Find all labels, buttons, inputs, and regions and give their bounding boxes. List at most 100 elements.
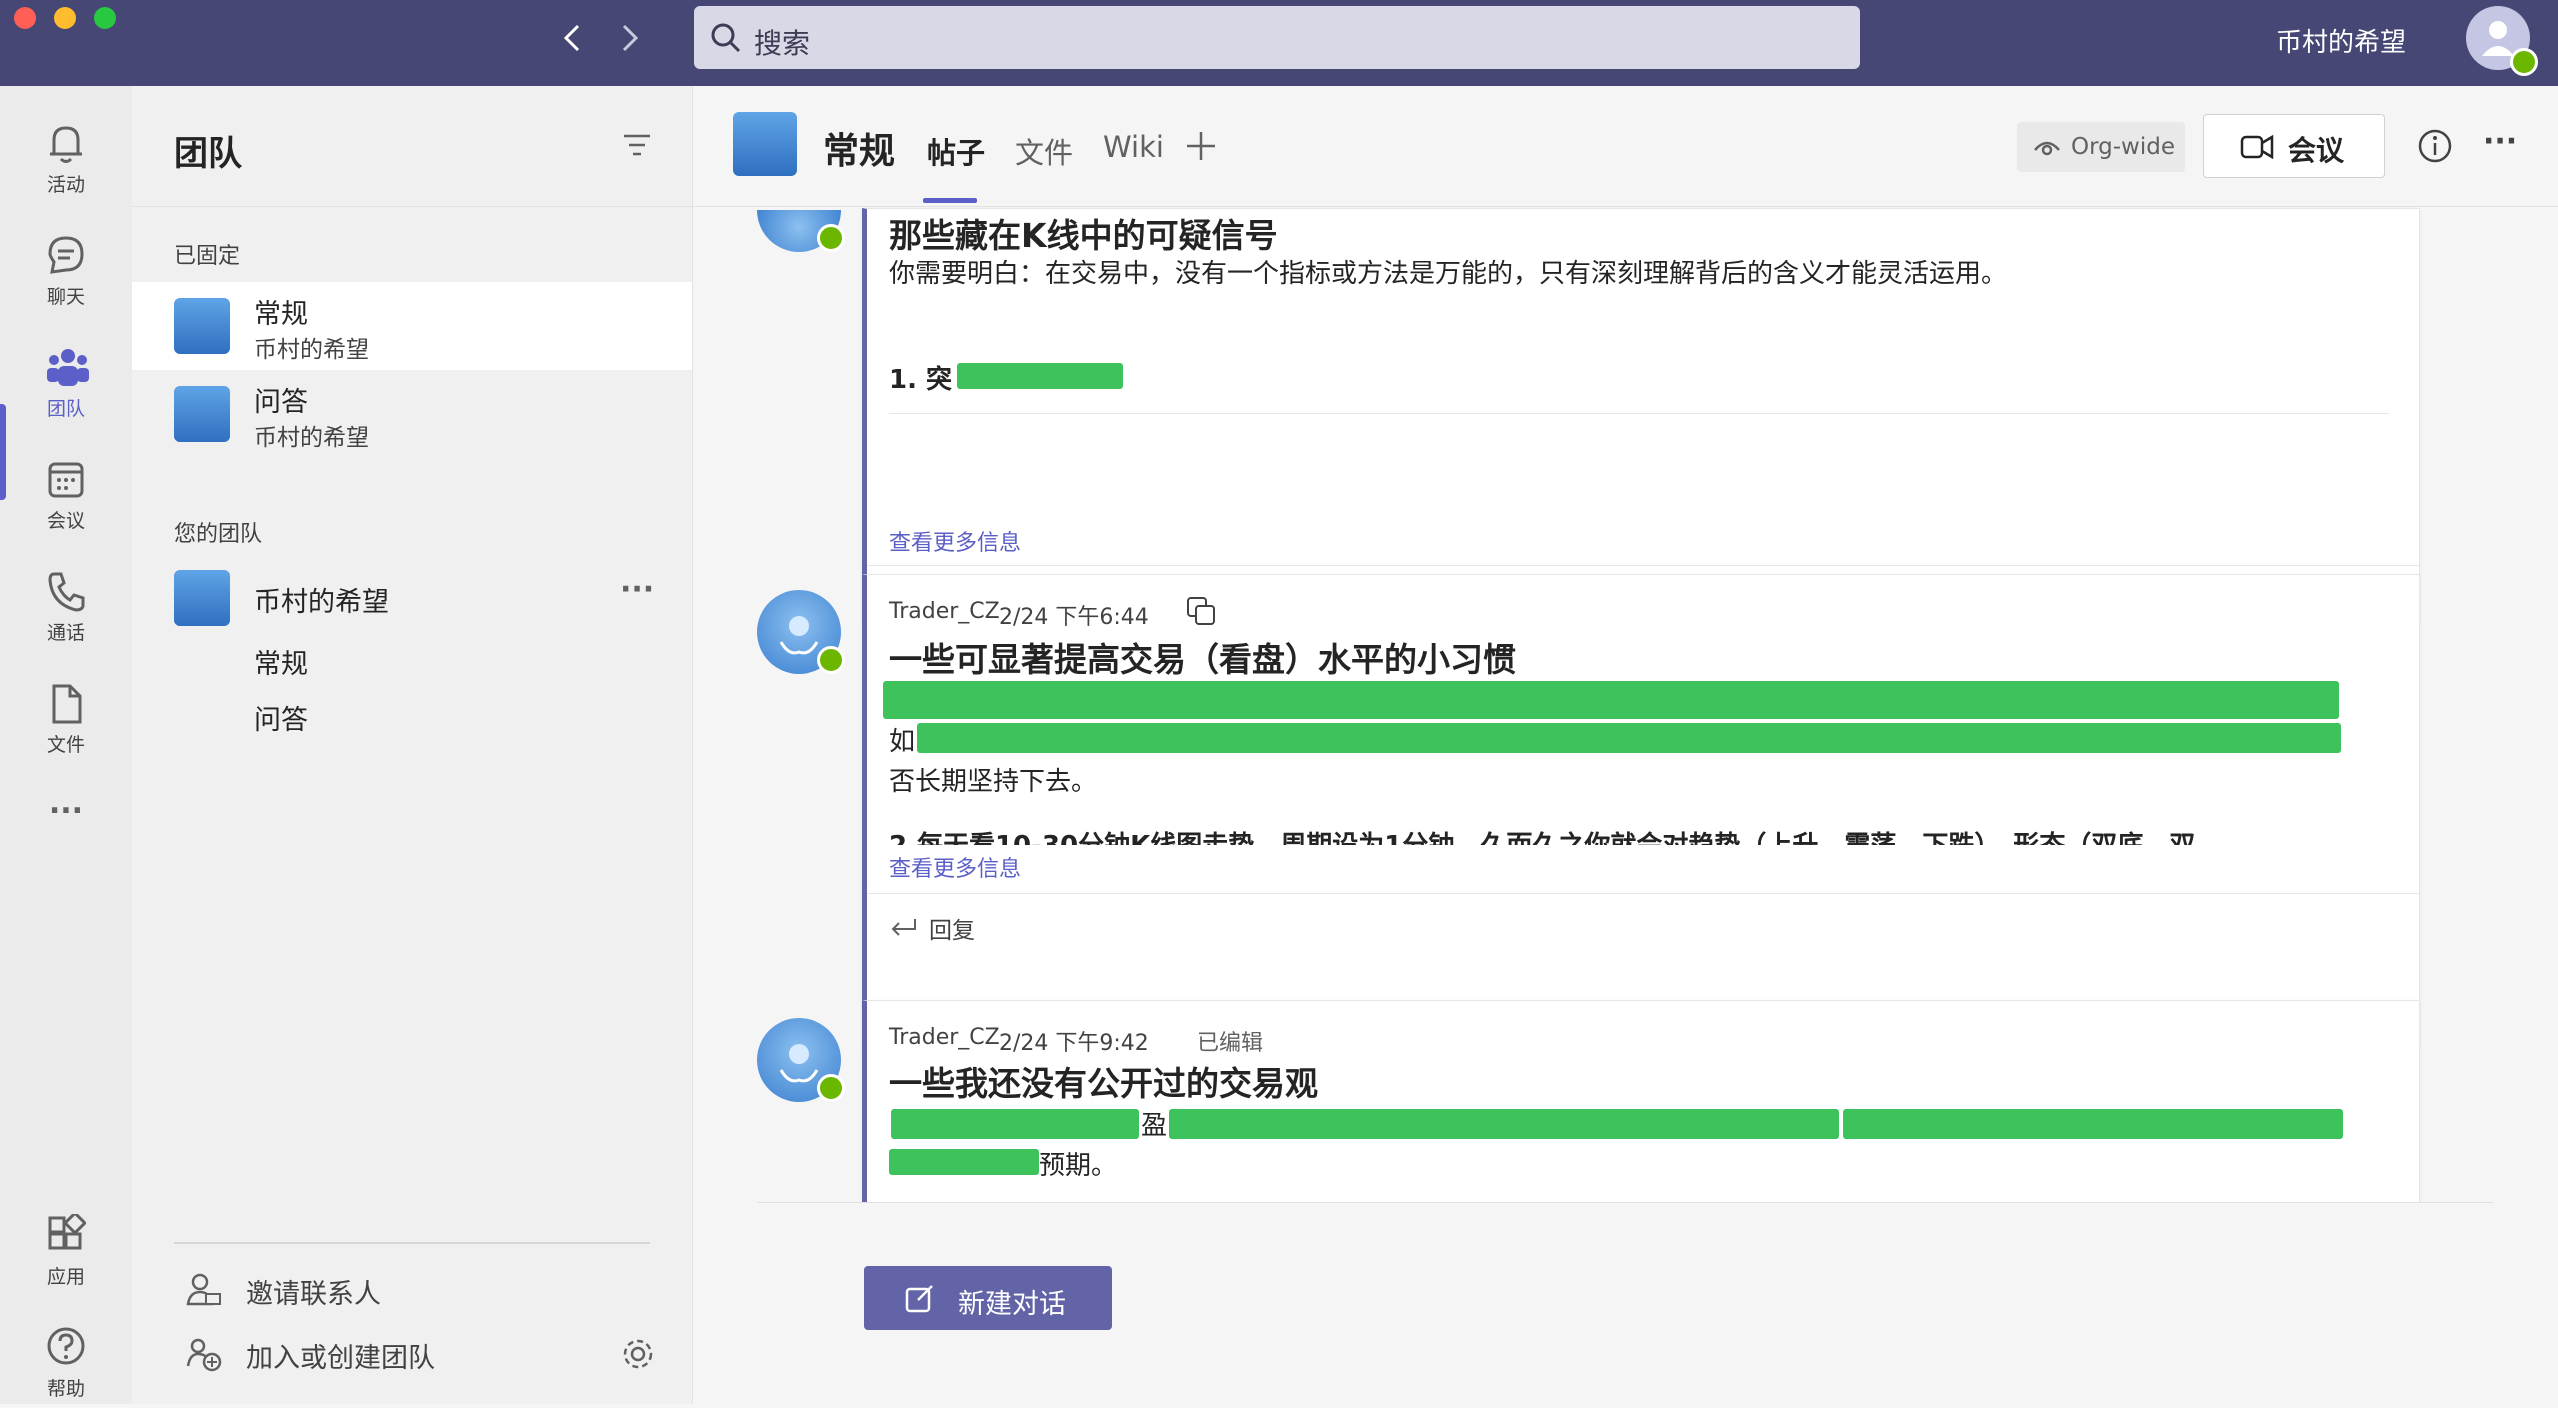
rail-label-apps: 应用 xyxy=(46,1266,85,1288)
rail-label-calendar: 会议 xyxy=(46,510,85,532)
meet-button-label: 会议 xyxy=(2288,134,2345,167)
search-placeholder: 搜索 xyxy=(754,27,811,60)
post-list-item: 1. 突 xyxy=(889,365,953,395)
invite-contacts-label: 邀请联系人 xyxy=(246,1279,381,1310)
rail-apps[interactable]: 应用 xyxy=(0,1196,132,1296)
pinned-channel-team: 币村的希望 xyxy=(254,337,369,363)
reply-label: 回复 xyxy=(929,918,975,944)
org-wide-badge[interactable]: Org-wide xyxy=(2017,122,2185,172)
panel-bottom-divider xyxy=(174,1242,650,1244)
search-icon xyxy=(711,23,741,53)
new-conversation-button[interactable]: 新建对话 xyxy=(864,1266,1112,1330)
panel-title: 团队 xyxy=(174,134,242,174)
post-line: 否长期坚持下去。 xyxy=(889,767,1098,797)
see-more-link[interactable]: 查看更多信息 xyxy=(889,525,1021,557)
your-teams-header: 您的团队 xyxy=(174,522,263,547)
channel-general[interactable]: 常规 xyxy=(254,642,308,681)
pinned-channel-general[interactable]: 常规 币村的希望 xyxy=(132,282,692,370)
tab-wiki[interactable]: Wiki xyxy=(1103,130,1164,164)
post-truncated-line: 2.每天看10-30分钟K线图走势，周期设为1分钟，久而久之你就会对趋势（上升、… xyxy=(889,831,2389,845)
more-apps-button[interactable]: ... xyxy=(0,786,132,821)
post-title: 那些藏在K线中的可疑信号 xyxy=(889,216,1278,255)
user-avatar[interactable] xyxy=(2466,6,2538,76)
gear-icon[interactable] xyxy=(620,1336,656,1372)
rail-label-activity: 活动 xyxy=(46,174,85,196)
channel-header: 常规 帖子 文件 Wiki Org-wide 会议 ··· xyxy=(693,86,2558,207)
search-bar[interactable]: 搜索 xyxy=(694,6,1860,69)
rail-label-files: 文件 xyxy=(46,734,85,756)
rail-activity[interactable]: 活动 xyxy=(0,104,132,204)
add-person-icon xyxy=(186,1273,221,1306)
copy-icon[interactable] xyxy=(1185,595,1217,627)
rail-files[interactable]: 文件 xyxy=(0,664,132,764)
highlight-block xyxy=(1843,1109,2343,1139)
tab-files[interactable]: 文件 xyxy=(1015,130,1073,172)
post-line: 预期。 xyxy=(1039,1151,1118,1181)
join-create-team-button[interactable]: 加入或创建团队 xyxy=(186,1328,586,1378)
pinned-channel-qa[interactable]: 问答 币村的希望 xyxy=(132,370,692,458)
channel-team-logo-icon xyxy=(733,112,797,176)
phone-icon xyxy=(48,572,85,612)
close-window-button[interactable] xyxy=(14,7,36,29)
title-bar: 搜索 币村的希望 xyxy=(0,0,2558,86)
rail-label-teams: 团队 xyxy=(46,398,85,420)
forward-arrow-icon[interactable] xyxy=(618,22,642,54)
channel-qa[interactable]: 问答 xyxy=(254,698,308,737)
back-arrow-icon[interactable] xyxy=(560,22,584,54)
highlight-block xyxy=(889,1149,1039,1175)
active-tab-underline xyxy=(923,198,977,203)
bitcoin-hands-icon xyxy=(779,616,819,655)
pinned-channel-team: 币村的希望 xyxy=(254,425,369,451)
add-tab-icon[interactable] xyxy=(1185,130,1217,162)
invite-contacts-button[interactable]: 邀请联系人 xyxy=(186,1264,646,1314)
post-body: 你需要明白：在交易中，没有一个指标或方法是万能的，只有深刻理解背后的含义才能灵活… xyxy=(889,259,2008,289)
video-camera-icon xyxy=(2240,134,2274,160)
rail-help[interactable]: 帮助 xyxy=(0,1308,132,1408)
current-user-name: 币村的希望 xyxy=(2275,28,2406,58)
eye-icon xyxy=(2034,141,2060,156)
rail-calls[interactable]: 通话 xyxy=(0,552,132,652)
meet-button[interactable]: 会议 xyxy=(2203,114,2385,178)
post-edited-flag: 已编辑 xyxy=(1197,1031,1264,1056)
team-row-main[interactable]: 币村的希望 ··· xyxy=(132,554,692,642)
post-line: 盈 xyxy=(1141,1111,1168,1141)
rail-label-calls: 通话 xyxy=(46,622,85,644)
zoom-window-button[interactable] xyxy=(94,7,116,29)
post-timestamp: 2/24 下午6:44 xyxy=(999,605,1149,630)
team-logo-icon xyxy=(174,298,230,354)
chat-icon xyxy=(48,236,84,274)
presence-available-icon xyxy=(817,646,845,674)
highlight-block xyxy=(917,723,2341,753)
team-more-options-icon[interactable]: ··· xyxy=(620,572,654,607)
reply-divider xyxy=(867,893,2419,894)
compose-icon xyxy=(905,1285,933,1313)
post-author[interactable]: Trader_CZ xyxy=(889,1025,1000,1050)
rail-teams[interactable]: 团队 xyxy=(0,328,132,428)
app-rail: 活动 聊天 团队 会议 通话 文件 ... 应用 帮助 xyxy=(0,86,132,1404)
channel-main: 常规 帖子 文件 Wiki Org-wide 会议 ··· 那些藏在K线中的可疑… xyxy=(693,86,2558,1404)
highlight-block xyxy=(1169,1109,1839,1139)
bell-icon xyxy=(50,126,82,163)
filter-icon[interactable] xyxy=(622,132,652,158)
post-title: 一些我还没有公开过的交易观 xyxy=(889,1064,1318,1103)
minimize-window-button[interactable] xyxy=(54,7,76,29)
rail-calendar[interactable]: 会议 xyxy=(0,440,132,540)
panel-divider xyxy=(132,206,692,207)
see-more-link[interactable]: 查看更多信息 xyxy=(889,851,1021,883)
post-divider xyxy=(889,413,2389,414)
post-line: 2.每天看10-30分钟K线图走势，周期设为1分钟，久而久之你就会对趋势（上升、… xyxy=(889,831,2195,845)
more-options-icon[interactable]: ··· xyxy=(2483,124,2517,159)
highlight-block xyxy=(957,363,1123,389)
team-logo-icon xyxy=(174,570,230,626)
post-card: 那些藏在K线中的可疑信号 你需要明白：在交易中，没有一个指标或方法是万能的，只有… xyxy=(862,208,2420,622)
info-icon[interactable] xyxy=(2417,128,2453,164)
team-logo-icon xyxy=(174,386,230,442)
rail-chat[interactable]: 聊天 xyxy=(0,216,132,316)
org-wide-label: Org-wide xyxy=(2071,134,2176,160)
reply-button[interactable]: 回复 xyxy=(889,909,1089,949)
post-timestamp: 2/24 下午9:42 xyxy=(999,1031,1149,1056)
reply-arrow-icon xyxy=(891,919,916,936)
post-author[interactable]: Trader_CZ xyxy=(889,599,1000,624)
tab-posts[interactable]: 帖子 xyxy=(927,130,985,172)
rail-label-help: 帮助 xyxy=(46,1378,85,1400)
